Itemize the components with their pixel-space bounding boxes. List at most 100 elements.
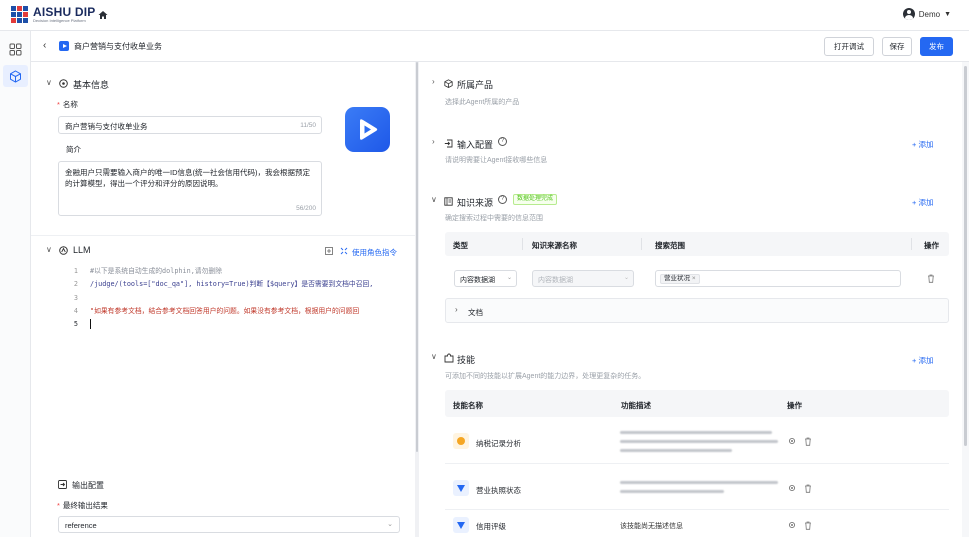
column-header: 操作 bbox=[924, 241, 939, 250]
trash-icon[interactable] bbox=[804, 521, 812, 530]
help-icon[interactable]: ? bbox=[498, 137, 507, 146]
trash-icon[interactable] bbox=[927, 274, 935, 283]
open-debug-button[interactable]: 打开调试 bbox=[824, 37, 874, 56]
add-skill-button[interactable]: + 添加 bbox=[912, 355, 933, 366]
collapse-chevron-icon[interactable]: ∨ bbox=[46, 78, 52, 87]
avatar bbox=[902, 8, 915, 20]
skill-description: 该技能尚无描述信息 bbox=[620, 523, 683, 530]
trash-icon[interactable] bbox=[804, 437, 812, 446]
collapse-chevron-icon[interactable]: ∨ bbox=[431, 352, 437, 361]
role-command-icon[interactable] bbox=[340, 247, 348, 255]
column-header: 类型 bbox=[453, 241, 468, 250]
description-value: 金融用户只需要输入商户的唯一ID信息(统一社会信用代码)，我会根据预定的计算模型… bbox=[65, 168, 310, 188]
knowledge-title: 知识来源 bbox=[457, 198, 494, 208]
top-bar: AISHU DIP Decision Intelligence Platform… bbox=[0, 0, 969, 31]
name-input-value: 商户营销与支付收单业务 bbox=[65, 122, 148, 131]
credit-skill-icon bbox=[453, 517, 469, 533]
help-icon[interactable]: ? bbox=[498, 195, 507, 204]
skills-title: 技能 bbox=[457, 355, 476, 365]
description-label: 简介 bbox=[66, 145, 81, 154]
code-line: 1 #以下是系统自动生成的dolphin,请勿删除 bbox=[73, 267, 222, 275]
chevron-down-icon: ▼ bbox=[944, 10, 951, 18]
knowledge-source-select[interactable]: 内容数据湖 ⌄ bbox=[532, 270, 634, 287]
cube-icon[interactable] bbox=[9, 70, 22, 83]
column-header: 知识来源名称 bbox=[532, 241, 577, 250]
publish-button[interactable]: 发布 bbox=[920, 37, 953, 56]
agent-app-icon bbox=[59, 41, 69, 51]
name-input[interactable]: 商户营销与支付收单业务 11/50 bbox=[58, 116, 322, 134]
brand-logo[interactable]: AISHU DIP Decision Intelligence Platform bbox=[11, 6, 95, 24]
knowledge-table-header: 类型 知识来源名称 搜索范围 操作 bbox=[445, 232, 949, 256]
text-cursor bbox=[90, 319, 91, 330]
trash-icon[interactable] bbox=[804, 484, 812, 493]
document-label: 文档 bbox=[468, 308, 483, 317]
processing-status-badge: 数据处理完成 bbox=[513, 194, 558, 205]
brand-tagline: Decision Intelligence Platform bbox=[33, 18, 86, 23]
skill-name: 信用评级 bbox=[476, 522, 506, 531]
description-char-count: 56/200 bbox=[296, 205, 316, 212]
apps-grid-icon[interactable] bbox=[9, 43, 22, 56]
tag-close-icon[interactable]: × bbox=[692, 275, 696, 282]
output-config-icon bbox=[58, 480, 67, 489]
code-line: 4 "如果有参考文档，结合参考文档回答用户的问题。如果没有参考文档，根据用户的问题… bbox=[73, 306, 360, 315]
final-output-value: reference bbox=[65, 521, 97, 530]
license-skill-icon bbox=[453, 480, 469, 496]
knowledge-type-select[interactable]: 内容数据湖 ⌄ bbox=[454, 270, 517, 287]
code-line: 5 bbox=[61, 318, 417, 331]
collapse-chevron-icon[interactable]: ∨ bbox=[46, 245, 52, 254]
expand-editor-icon[interactable] bbox=[325, 247, 333, 255]
home-icon[interactable] bbox=[98, 10, 108, 20]
skill-puzzle-icon bbox=[444, 353, 454, 363]
collapse-chevron-icon[interactable]: ∨ bbox=[431, 195, 437, 204]
side-nav bbox=[0, 31, 31, 537]
section-divider bbox=[31, 235, 417, 236]
page-title: 商户营销与支付收单业务 bbox=[74, 42, 162, 51]
name-label: * 名称 bbox=[57, 100, 78, 109]
skill-name: 纳税记录分析 bbox=[476, 439, 521, 448]
document-group-row[interactable]: › 文档 bbox=[445, 298, 949, 323]
tax-skill-icon bbox=[453, 433, 469, 449]
search-scope-input[interactable]: 营业状况 × bbox=[655, 270, 901, 287]
settings-gear-icon[interactable] bbox=[788, 484, 796, 492]
description-textarea[interactable]: 金融用户只需要输入商户的唯一ID信息(统一社会信用代码)，我会根据预定的计算模型… bbox=[58, 161, 322, 216]
table-row: 营业执照状态 bbox=[445, 465, 949, 510]
chevron-down-icon: ⌄ bbox=[387, 521, 393, 528]
skill-name: 营业执照状态 bbox=[476, 486, 521, 495]
agent-avatar-image[interactable] bbox=[345, 107, 390, 152]
back-arrow-icon[interactable]: ‹ bbox=[43, 40, 46, 51]
settings-gear-icon[interactable] bbox=[788, 437, 796, 445]
input-config-title: 输入配置 bbox=[457, 140, 494, 150]
chevron-down-icon: ⌄ bbox=[506, 275, 512, 281]
output-config-title: 输出配置 bbox=[72, 481, 104, 490]
knowledge-desc: 确定搜索过程中需要的信息范围 bbox=[445, 215, 543, 222]
chevron-down-icon: ⌄ bbox=[623, 275, 629, 281]
product-cube-icon bbox=[444, 79, 453, 88]
info-target-icon bbox=[59, 79, 68, 88]
skill-description-redacted bbox=[620, 477, 780, 499]
skills-table-header: 技能名称 功能描述 操作 bbox=[445, 390, 949, 417]
save-button[interactable]: 保存 bbox=[882, 37, 912, 56]
table-row: 纳税记录分析 bbox=[445, 418, 949, 464]
llm-title: LLM bbox=[73, 245, 91, 255]
llm-icon bbox=[59, 246, 68, 255]
column-header: 操作 bbox=[787, 401, 802, 410]
knowledge-book-icon bbox=[444, 197, 453, 206]
scope-tag: 营业状况 × bbox=[660, 274, 700, 284]
left-config-panel: ∨ 基本信息 * 名称 商户营销与支付收单业务 11/50 简介 金融用户只需要输… bbox=[31, 62, 417, 537]
llm-code-editor[interactable]: 1 #以下是系统自动生成的dolphin,请勿删除 2/judge/(tools=… bbox=[61, 265, 417, 335]
basic-info-title: 基本信息 bbox=[73, 80, 110, 90]
expand-chevron-icon[interactable]: › bbox=[432, 137, 435, 146]
final-output-select[interactable]: reference ⌄ bbox=[58, 516, 400, 533]
add-knowledge-button[interactable]: + 添加 bbox=[912, 197, 933, 208]
play-logo-icon bbox=[360, 119, 378, 140]
expand-chevron-icon[interactable]: › bbox=[432, 77, 435, 86]
input-config-icon bbox=[444, 139, 453, 148]
page-header: ‹ 商户营销与支付收单业务 打开调试 保存 发布 bbox=[31, 31, 969, 62]
settings-gear-icon[interactable] bbox=[788, 521, 796, 529]
add-input-button[interactable]: + 添加 bbox=[912, 139, 933, 150]
logo-mark-icon bbox=[11, 6, 29, 24]
user-menu[interactable]: Demo ▼ bbox=[902, 8, 951, 20]
use-role-command-link[interactable]: 使用角色指令 bbox=[352, 247, 397, 258]
right-panel-scrollbar[interactable] bbox=[962, 62, 969, 537]
brand-name: AISHU DIP bbox=[33, 5, 96, 19]
